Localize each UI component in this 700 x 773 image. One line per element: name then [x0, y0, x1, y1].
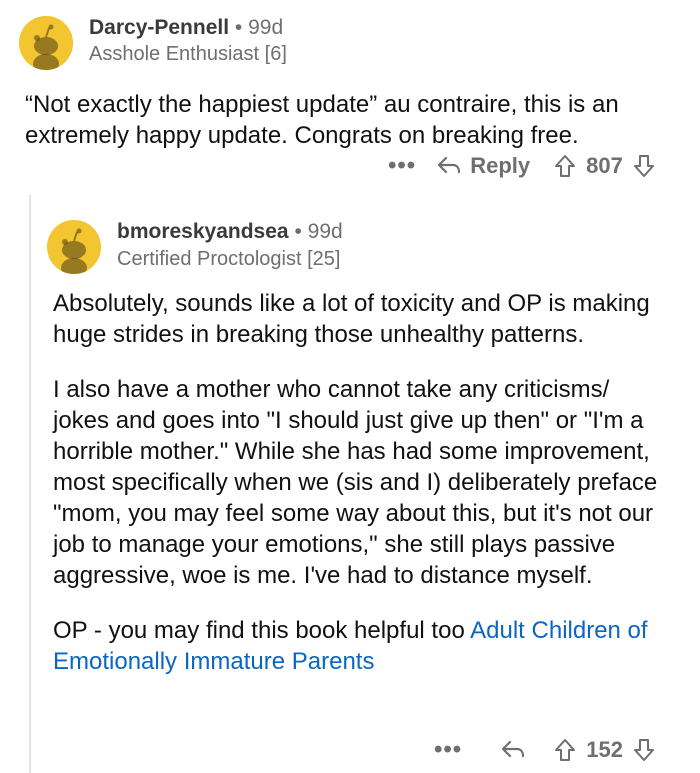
- downvote-button[interactable]: [633, 738, 655, 762]
- reply-label: Reply: [470, 153, 531, 178]
- meta-separator: •: [234, 16, 243, 39]
- comment-paragraph: “Not exactly the happiest update” au con…: [25, 91, 619, 149]
- more-options-button[interactable]: •••: [388, 152, 416, 180]
- comment-paragraph: I also have a mother who cannot take any…: [53, 376, 658, 589]
- username[interactable]: bmoreskyandsea: [117, 220, 289, 243]
- downvote-icon: [633, 739, 654, 761]
- user-flair: Certified Proctologist [25]: [117, 248, 341, 270]
- user-flair: Asshole Enthusiast [6]: [89, 43, 287, 65]
- vote-score: 807: [586, 153, 623, 178]
- vote-score: 152: [586, 737, 623, 762]
- avatar[interactable]: [19, 16, 73, 70]
- comment-body: Absolutely, sounds like a lot of toxicit…: [53, 288, 668, 677]
- upvote-button[interactable]: [554, 154, 576, 178]
- comment-author[interactable]: bmoreskyandsea • 99d: [117, 220, 343, 244]
- paragraph-text: OP - you may find this book helpful too: [53, 617, 471, 644]
- comment-actions: ••• 152: [434, 736, 655, 764]
- downvote-button[interactable]: [633, 154, 655, 178]
- comment-body: “Not exactly the happiest update” au con…: [25, 89, 685, 151]
- snoo-avatar-icon: [47, 220, 101, 274]
- upvote-button[interactable]: [554, 738, 576, 762]
- more-options-button[interactable]: •••: [434, 736, 462, 764]
- comment-age: 99d: [307, 220, 343, 243]
- upvote-icon: [555, 155, 576, 177]
- comment-author[interactable]: Darcy-Pennell • 99d: [89, 16, 283, 40]
- reply-arrow-icon: [438, 156, 461, 174]
- downvote-icon: [633, 155, 654, 177]
- comment-age: 99d: [248, 16, 284, 39]
- comment-paragraph: OP - you may find this book helpful too …: [53, 615, 668, 677]
- meta-separator: •: [294, 220, 302, 243]
- upvote-icon: [555, 739, 576, 761]
- reply-button[interactable]: [500, 739, 526, 761]
- comment-actions: ••• Reply 807: [388, 152, 655, 180]
- avatar[interactable]: [47, 220, 101, 274]
- snoo-avatar-icon: [19, 16, 73, 70]
- reply-button[interactable]: Reply: [436, 153, 530, 179]
- username[interactable]: Darcy-Pennell: [89, 16, 229, 39]
- comment-paragraph: Absolutely, sounds like a lot of toxicit…: [53, 290, 650, 348]
- thread-line[interactable]: [29, 195, 31, 773]
- reply-arrow-icon: [502, 740, 525, 758]
